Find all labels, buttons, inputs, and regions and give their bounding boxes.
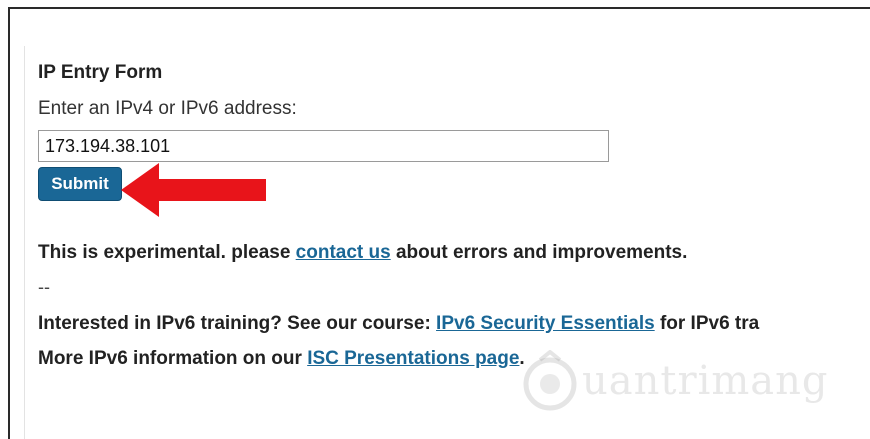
training-info: Interested in IPv6 training? See our cou… — [38, 313, 759, 335]
more-info: More IPv6 information on our ISC Present… — [38, 348, 525, 370]
notice-text-after: about errors and improvements. — [390, 242, 688, 263]
training-text-after: for IPv6 tra — [654, 313, 760, 334]
watermark-text: uantrimang — [582, 358, 829, 404]
red-arrow-icon — [121, 163, 266, 217]
isc-presentations-link[interactable]: ISC Presentations page — [307, 348, 519, 369]
notice-text-before: This is experimental. please — [38, 242, 296, 263]
watermark-logo: uantrimang — [520, 346, 850, 426]
panel-divider — [24, 46, 25, 439]
top-border — [8, 7, 870, 9]
page-frame: IP Entry Form Enter an IPv4 or IPv6 addr… — [0, 0, 870, 439]
ipv6-security-essentials-link[interactable]: IPv6 Security Essentials — [436, 313, 655, 334]
submit-button[interactable]: Submit — [38, 167, 122, 201]
form-title: IP Entry Form — [38, 62, 163, 83]
separator: -- — [38, 277, 50, 297]
more-info-text-before: More IPv6 information on our — [38, 348, 308, 369]
training-text-before: Interested in IPv6 training? See our cou… — [38, 313, 437, 334]
left-border — [8, 7, 10, 439]
watermark-emblem-icon — [523, 350, 577, 411]
ip-address-input[interactable] — [38, 130, 609, 162]
contact-us-link[interactable]: contact us — [296, 242, 391, 263]
experimental-notice: This is experimental. please contact us … — [38, 242, 687, 264]
ip-address-label: Enter an IPv4 or IPv6 address: — [38, 98, 297, 119]
